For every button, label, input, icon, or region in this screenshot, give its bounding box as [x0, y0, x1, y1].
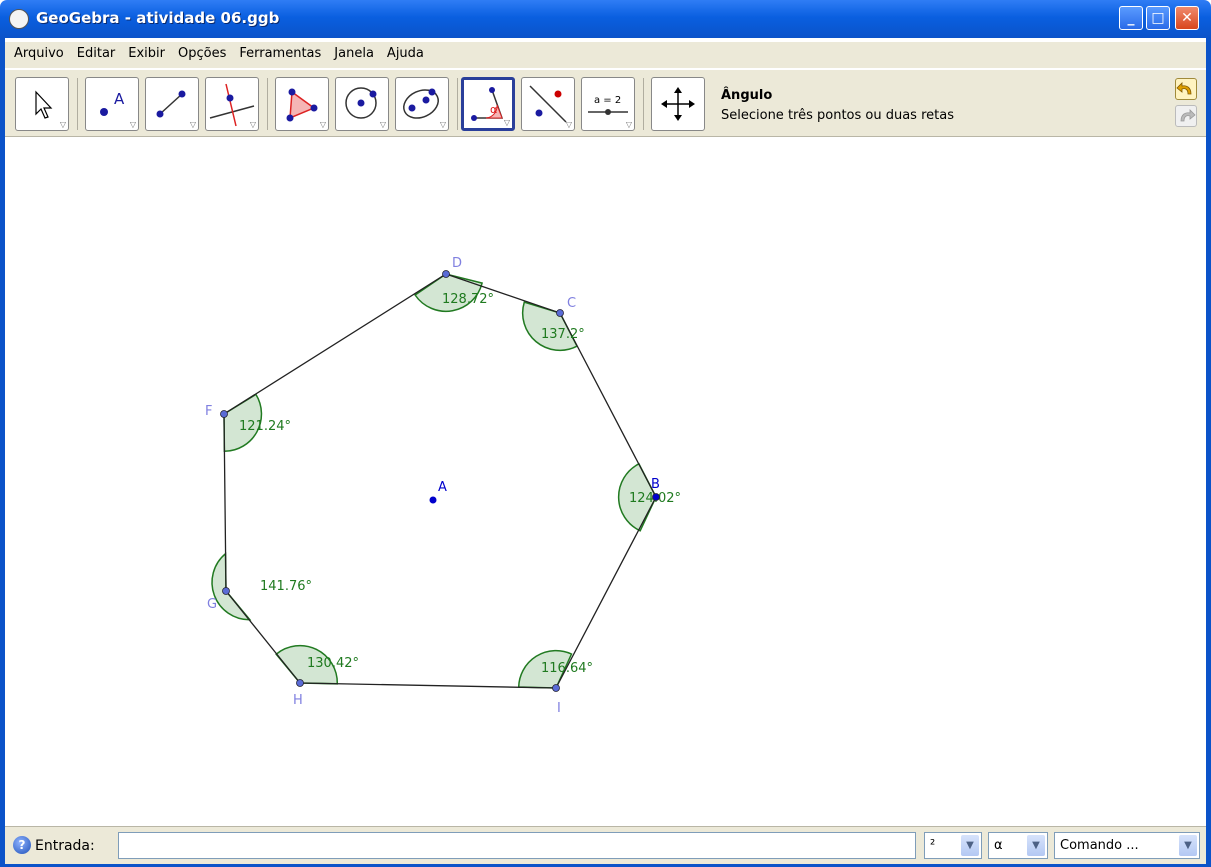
window-frame-right: [1206, 38, 1211, 867]
menu-ferramentas[interactable]: Ferramentas: [230, 43, 325, 61]
perpendicular-line-tool-button[interactable]: ▽: [205, 77, 259, 131]
svg-text:α: α: [490, 103, 497, 116]
point-C[interactable]: [556, 309, 564, 317]
toolbar-separator: [643, 78, 644, 130]
point-label-G: G: [207, 597, 217, 612]
point-label-F: F: [205, 404, 212, 419]
input-help-icon[interactable]: ?: [13, 836, 31, 854]
circle-tool-button[interactable]: ▽: [335, 77, 389, 131]
point-H[interactable]: [296, 679, 304, 687]
undo-arrow-icon: [1176, 82, 1192, 95]
point-label-D: D: [452, 256, 462, 271]
superscript-symbol-value: ²: [930, 838, 936, 853]
angle-label-I: 116.64°: [541, 661, 593, 676]
superscript-symbol-select[interactable]: ² ▼: [924, 832, 982, 859]
geometry-drawing: 128.72° 137.2° 121.24° 124.02° 141.76° 1…: [205, 256, 681, 716]
maximize-button[interactable]: □: [1146, 6, 1170, 30]
tool-help-text: Selecione três pontos ou duas retas: [721, 108, 954, 123]
point-D[interactable]: [442, 270, 450, 278]
segment-tool-button[interactable]: ▽: [145, 77, 199, 131]
toolbar-separator: [457, 78, 458, 130]
menu-janela[interactable]: Janela: [325, 43, 378, 61]
angle-tool-button[interactable]: α ▽: [461, 77, 515, 131]
input-field[interactable]: [118, 832, 916, 859]
point-label-C: C: [567, 296, 576, 311]
angle-sectors: [211, 273, 657, 689]
move-tool-button[interactable]: ▽: [15, 77, 69, 131]
toolbar: ▽ A ▽ ▽ ▽ ▽ ▽ ▽ α ▽ ▽ a = 2 ▽ Ângulo Seleci…: [5, 70, 1206, 137]
menu-exibir[interactable]: Exibir: [119, 43, 169, 61]
point-tool-button[interactable]: A ▽: [85, 77, 139, 131]
menu-bar: Arquivo Editar Exibir Opções Ferramentas Jane…: [5, 42, 1206, 68]
command-value: Comando ...: [1060, 838, 1139, 853]
minimize-button[interactable]: _: [1119, 6, 1143, 30]
angle-label-H: 130.42°: [307, 656, 359, 671]
chevron-down-icon[interactable]: ▼: [1027, 835, 1045, 856]
menu-editar[interactable]: Editar: [68, 43, 120, 61]
point-I[interactable]: [552, 684, 560, 692]
point-label-A: A: [438, 480, 447, 495]
point-label-H: H: [293, 693, 303, 708]
point-F[interactable]: [220, 410, 228, 418]
graphics-view[interactable]: 128.72° 137.2° 121.24° 124.02° 141.76° 1…: [5, 137, 1206, 825]
input-bar: ? Entrada: ² ▼ α ▼ Comando ... ▼: [5, 826, 1206, 864]
menu-arquivo[interactable]: Arquivo: [5, 43, 68, 61]
undo-button[interactable]: [1175, 78, 1197, 100]
point-label-B: B: [651, 477, 660, 492]
angle-labels: 128.72° 137.2° 121.24° 124.02° 141.76° 1…: [239, 292, 681, 676]
command-select[interactable]: Comando ... ▼: [1054, 832, 1200, 859]
angle-label-C: 137.2°: [541, 327, 585, 342]
window-title: GeoGebra - atividade 06.ggb: [36, 9, 280, 27]
svg-text:a = 2: a = 2: [594, 95, 621, 106]
chevron-down-icon[interactable]: ▼: [1179, 835, 1197, 856]
angle-label-D: 128.72°: [442, 292, 494, 307]
point-B[interactable]: [652, 493, 660, 501]
redo-button[interactable]: [1175, 105, 1197, 127]
redo-arrow-icon: [1180, 109, 1196, 122]
point-label-I: I: [557, 701, 561, 716]
geogebra-app-icon: [9, 9, 29, 29]
tool-help-title: Ângulo: [721, 88, 773, 103]
move-graphics-view-tool-button[interactable]: [651, 77, 705, 131]
toolbar-separator: [267, 78, 268, 130]
menu-ajuda[interactable]: Ajuda: [378, 43, 428, 61]
menu-opcoes[interactable]: Opções: [169, 43, 230, 61]
polygon-tool-button[interactable]: ▽: [275, 77, 329, 131]
slider-tool-button[interactable]: a = 2 ▽: [581, 77, 635, 131]
svg-text:A: A: [114, 90, 125, 108]
close-button[interactable]: ✕: [1175, 6, 1199, 30]
chevron-down-icon[interactable]: ▼: [961, 835, 979, 856]
angle-sector-G[interactable]: [211, 552, 252, 621]
angle-label-F: 121.24°: [239, 419, 291, 434]
reflect-tool-button[interactable]: ▽: [521, 77, 575, 131]
move-view-arrows-icon: [661, 87, 695, 121]
greek-letter-select[interactable]: α ▼: [988, 832, 1048, 859]
greek-letter-value: α: [994, 838, 1003, 853]
toolbar-separator: [77, 78, 78, 130]
point-G[interactable]: [222, 587, 230, 595]
title-bar: GeoGebra - atividade 06.ggb _ □ ✕: [0, 0, 1211, 38]
angle-label-G: 141.76°: [260, 579, 312, 594]
point-labels: A B C D F G H I: [205, 256, 660, 716]
input-label: Entrada:: [35, 838, 95, 854]
conic-tool-button[interactable]: ▽: [395, 77, 449, 131]
point-A[interactable]: [429, 496, 437, 504]
